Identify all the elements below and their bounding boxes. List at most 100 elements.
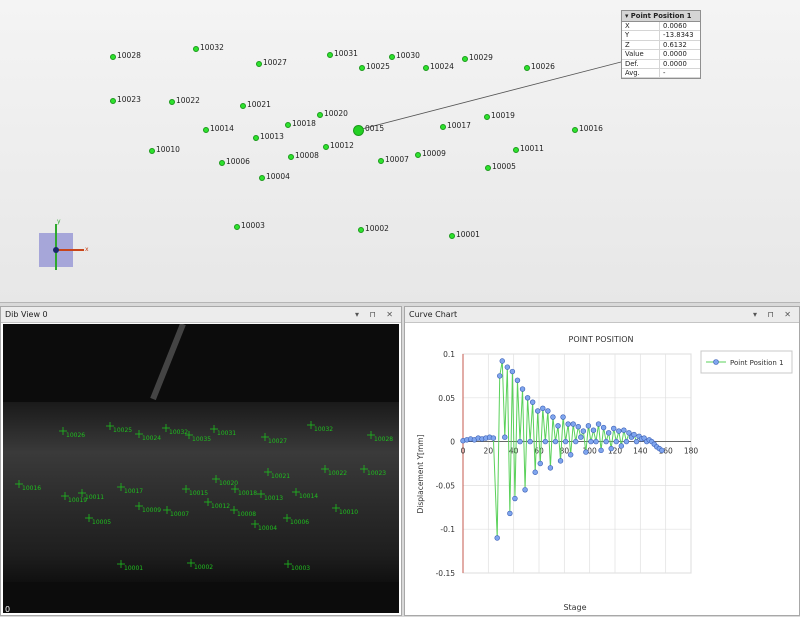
data-point[interactable] xyxy=(527,438,533,445)
data-point[interactable] xyxy=(547,465,554,471)
data-point[interactable] xyxy=(575,424,581,430)
data-point[interactable] xyxy=(540,405,546,412)
point-marker[interactable] xyxy=(203,127,209,133)
data-point[interactable] xyxy=(514,377,521,383)
point-marker[interactable] xyxy=(240,103,246,109)
point-marker[interactable] xyxy=(415,152,421,158)
data-point[interactable] xyxy=(519,386,526,392)
data-point[interactable] xyxy=(578,434,584,440)
data-point[interactable] xyxy=(507,510,513,517)
data-point[interactable] xyxy=(633,438,640,445)
data-point[interactable] xyxy=(494,535,500,541)
data-point[interactable] xyxy=(611,425,617,432)
property-panel-header[interactable]: ▾ Point Position 1 xyxy=(622,11,700,22)
point-marker[interactable] xyxy=(259,175,265,181)
data-point[interactable] xyxy=(626,430,632,436)
data-point[interactable] xyxy=(535,408,541,414)
data-point[interactable] xyxy=(595,421,602,427)
point-marker[interactable] xyxy=(423,65,429,71)
data-point[interactable] xyxy=(659,447,665,454)
data-point[interactable] xyxy=(593,438,599,445)
point-marker[interactable] xyxy=(572,127,578,133)
point-marker[interactable] xyxy=(484,114,490,120)
data-point[interactable] xyxy=(605,430,612,436)
data-point[interactable] xyxy=(490,435,497,441)
point-marker[interactable] xyxy=(449,233,455,239)
data-point[interactable] xyxy=(560,414,566,420)
point-marker[interactable] xyxy=(524,65,530,71)
point-marker[interactable] xyxy=(253,135,259,141)
data-point[interactable] xyxy=(552,438,559,445)
chart-legend[interactable]: Point Position 1 xyxy=(700,350,793,374)
point-marker[interactable] xyxy=(485,165,491,171)
curve-panel-controls[interactable]: ▾ ⊓ ✕ xyxy=(753,307,795,322)
dib-view-header[interactable]: Dib View 0 ▾ ⊓ ✕ xyxy=(1,307,401,323)
data-point[interactable] xyxy=(618,443,625,449)
data-point[interactable] xyxy=(537,460,543,467)
data-point[interactable] xyxy=(565,421,571,427)
data-point[interactable] xyxy=(517,438,523,445)
data-point[interactable] xyxy=(570,421,576,427)
data-point[interactable] xyxy=(524,395,531,401)
data-point[interactable] xyxy=(580,428,587,434)
point-marker[interactable] xyxy=(462,56,468,62)
point-marker[interactable] xyxy=(110,54,116,60)
data-point[interactable] xyxy=(504,364,511,370)
data-point[interactable] xyxy=(542,438,549,445)
data-point[interactable] xyxy=(529,399,536,405)
data-point[interactable] xyxy=(600,424,607,431)
point-marker[interactable] xyxy=(193,46,199,52)
data-point[interactable] xyxy=(616,428,622,434)
point-marker[interactable] xyxy=(110,98,116,104)
data-point[interactable] xyxy=(562,438,569,445)
point-marker[interactable] xyxy=(359,65,365,71)
data-point[interactable] xyxy=(532,469,538,475)
data-point[interactable] xyxy=(550,414,556,420)
dib-view-panel[interactable]: Dib View 0 ▾ ⊓ ✕ 10026 10025 10024 10032 100… xyxy=(0,306,402,616)
point-marker[interactable] xyxy=(169,99,175,105)
point-position-chart[interactable]: POINT POSITION 0 20 40 60 80 100 120 140 160 1800… xyxy=(405,324,799,615)
data-point[interactable] xyxy=(613,438,619,445)
point-marker[interactable] xyxy=(149,148,155,154)
data-point[interactable] xyxy=(512,495,518,502)
data-point[interactable] xyxy=(603,438,609,445)
data-point[interactable] xyxy=(588,438,594,445)
data-point[interactable] xyxy=(497,373,503,379)
axis-gizmo[interactable]: y x xyxy=(32,218,92,278)
data-point[interactable] xyxy=(608,445,614,452)
point-marker[interactable] xyxy=(358,227,364,233)
data-point[interactable] xyxy=(590,427,597,433)
point-marker[interactable] xyxy=(285,122,291,128)
data-point[interactable] xyxy=(621,427,627,433)
point-marker[interactable] xyxy=(317,112,323,118)
data-point[interactable] xyxy=(522,487,528,493)
data-point[interactable] xyxy=(585,423,592,429)
point-marker[interactable] xyxy=(323,144,329,150)
point-marker[interactable] xyxy=(288,154,294,160)
data-point[interactable] xyxy=(573,438,579,445)
data-point[interactable] xyxy=(631,431,637,438)
data-point[interactable] xyxy=(499,358,505,364)
selected-point-marker[interactable] xyxy=(352,124,364,136)
point-marker[interactable] xyxy=(378,158,384,164)
data-point[interactable] xyxy=(623,438,630,445)
point-marker[interactable] xyxy=(389,54,395,60)
data-point[interactable] xyxy=(567,452,574,458)
dib-panel-controls[interactable]: ▾ ⊓ ✕ xyxy=(355,307,397,322)
viewport-3d[interactable]: 10028 10032 10027 10031 10030 10025 10024 10029… xyxy=(0,0,800,303)
data-point[interactable] xyxy=(509,368,516,375)
point-marker[interactable] xyxy=(219,160,225,166)
point-marker[interactable] xyxy=(256,61,262,67)
point-marker[interactable] xyxy=(440,124,446,130)
data-point[interactable] xyxy=(502,434,508,440)
point-property-panel[interactable]: ▾ Point Position 1 X 0.0060 Y -13.8343 Z 0.61… xyxy=(621,10,701,80)
collapse-triangle-icon[interactable]: ▾ xyxy=(625,12,628,20)
curve-chart-header[interactable]: Curve Chart ▾ ⊓ ✕ xyxy=(405,307,799,323)
point-marker[interactable] xyxy=(327,52,333,58)
point-marker[interactable] xyxy=(513,147,519,153)
curve-chart-area[interactable]: POINT POSITION 0 20 40 60 80 100 120 140 160 180 0… xyxy=(405,324,799,615)
data-point[interactable] xyxy=(583,449,589,455)
dib-image[interactable]: 10026 10025 10024 10032 10035 10031 10027 10032… xyxy=(3,324,399,613)
data-point[interactable] xyxy=(598,447,604,454)
data-point[interactable] xyxy=(555,423,561,429)
